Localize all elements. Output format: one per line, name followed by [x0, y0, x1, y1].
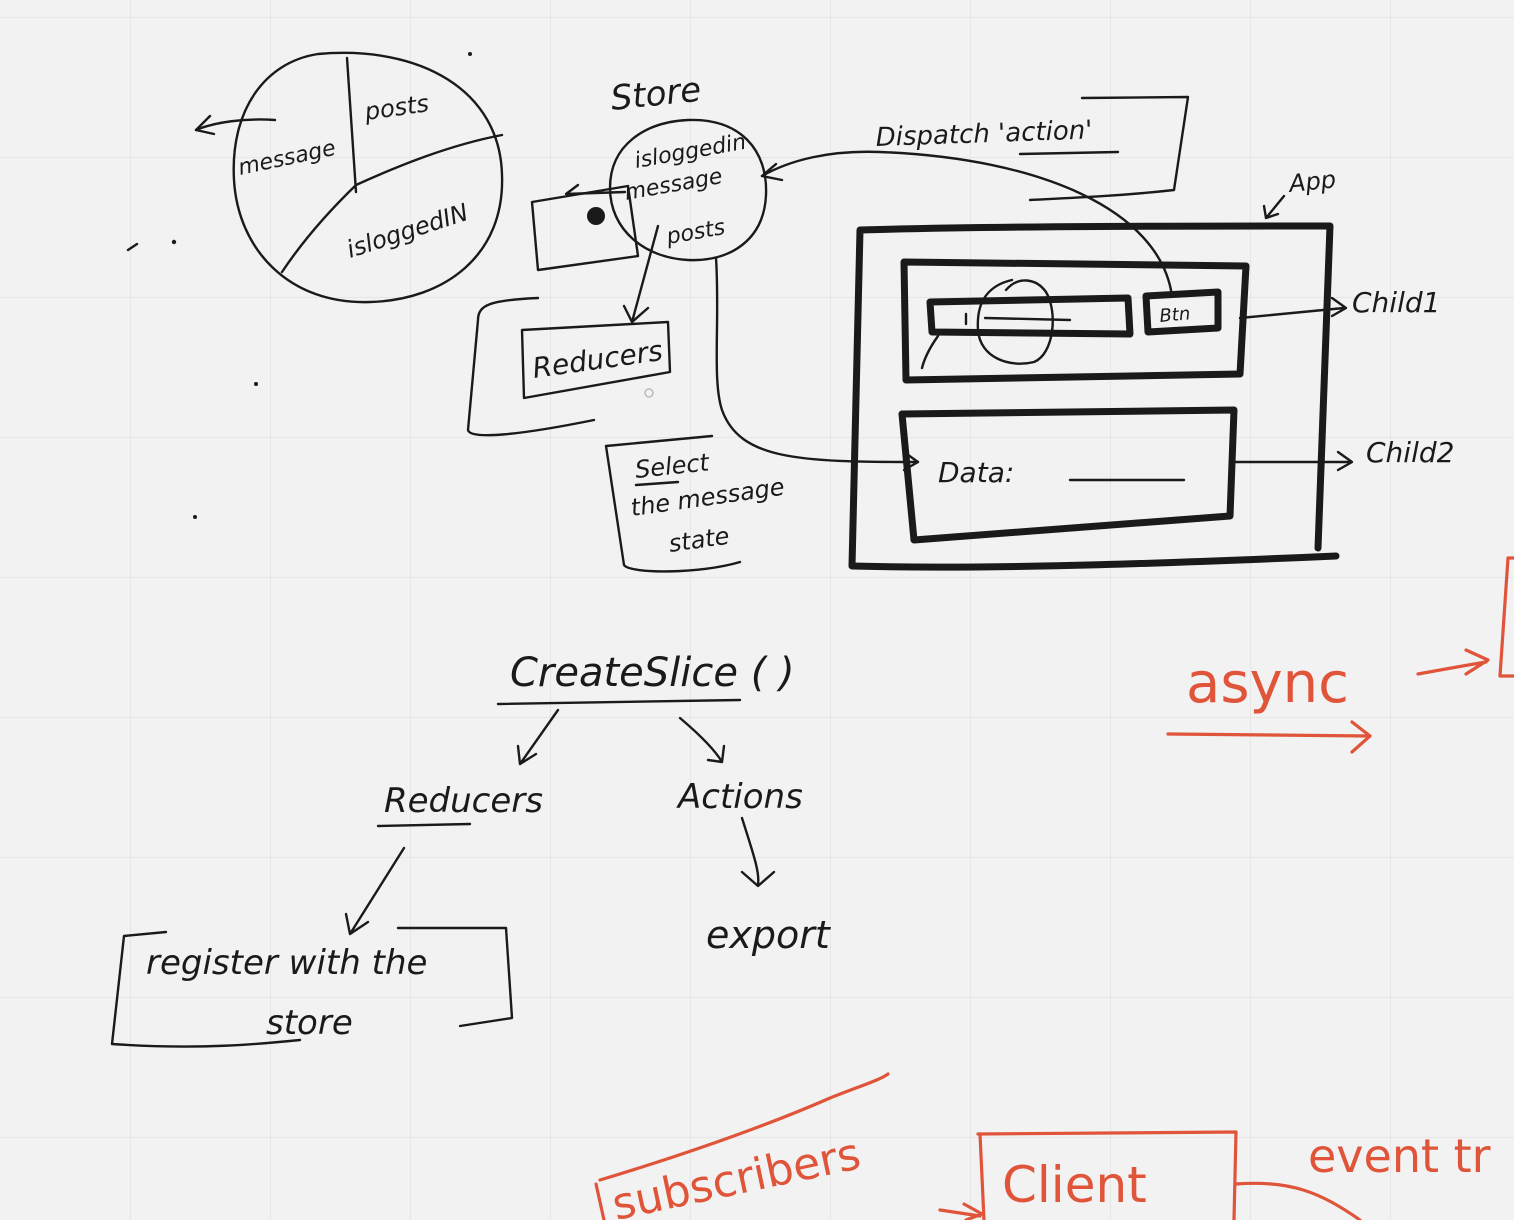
- child2-label: Child2: [1366, 436, 1454, 469]
- dispatch-label: Dispatch 'action': [875, 115, 1093, 153]
- btn-label: Btn: [1159, 303, 1192, 327]
- pie-divider-2: [354, 133, 504, 187]
- tree-reducers-underline: [376, 822, 472, 828]
- createslice-title: CreateSlice ( ): [510, 650, 795, 696]
- pie-divider-1: [345, 56, 358, 194]
- input-field-sketch: [926, 294, 1134, 338]
- dispatch-underline: [1018, 150, 1120, 156]
- to-client-arrow: [938, 1202, 984, 1220]
- child1-tick: [920, 334, 940, 370]
- pubsub-group: subscribers Client event tr: [594, 1072, 1491, 1220]
- tree-actions: Actions: [676, 777, 803, 817]
- client-label: Client: [1002, 1156, 1147, 1214]
- stray-dots: [171, 52, 654, 519]
- store-title: Store: [609, 70, 703, 119]
- app-label: App: [1286, 165, 1338, 198]
- reducers-to-register-arrow: [344, 846, 406, 936]
- store-item-posts: posts: [664, 215, 727, 250]
- register-line-1: register with the: [146, 943, 427, 983]
- pie-circle: [232, 51, 504, 304]
- connector-dot: [587, 207, 605, 225]
- state-pie: posts message isloggedIN: [194, 51, 504, 304]
- store-to-data-curve: [714, 256, 920, 464]
- async-underline-arrow: [1166, 720, 1372, 754]
- stray-tick: [126, 242, 139, 252]
- subscribers-label: subscribers: [608, 1128, 865, 1220]
- reducers-box-group: Reducers: [466, 224, 672, 437]
- pie-slice-posts: posts: [362, 89, 431, 126]
- async-group: async: [1166, 556, 1514, 754]
- app-frame: App Btn Data:: [848, 165, 1340, 571]
- tree-export: export: [706, 913, 832, 957]
- store-group: Store isloggedin message posts: [609, 70, 768, 262]
- store-item-isloggedin: isloggedin: [633, 130, 748, 174]
- pie-divider-3: [280, 183, 358, 274]
- child1-label: Child1: [1352, 286, 1440, 319]
- focus-circle: [976, 278, 1054, 365]
- app-outer-frame: [848, 222, 1340, 571]
- async-box-edge: [1498, 556, 1514, 678]
- input-line: [983, 316, 1072, 322]
- tree-reducers: Reducers: [384, 781, 543, 821]
- child1-box: [900, 258, 1250, 384]
- actions-to-export-arrow: [740, 816, 776, 888]
- app-arrow: [1262, 194, 1286, 220]
- child1-arrow-head: [1330, 296, 1348, 318]
- pie-slice-message: message: [236, 136, 338, 181]
- data-label: Data:: [938, 456, 1014, 489]
- createslice-underline: [496, 698, 742, 706]
- createslice-tree: CreateSlice ( ) Reducers Actions export …: [110, 650, 832, 1048]
- to-reducers-arrow: [516, 708, 560, 766]
- child-labels: Child1 Child2: [1232, 286, 1454, 472]
- to-actions-arrow: [678, 716, 726, 764]
- event-label: event tr: [1308, 1129, 1491, 1183]
- select-line-3: state: [667, 522, 731, 558]
- select-note: Select the message state: [604, 434, 786, 573]
- async-label: async: [1186, 651, 1349, 716]
- event-curve: [1234, 1181, 1362, 1220]
- async-arrow: [1416, 648, 1490, 676]
- whiteboard-canvas[interactable]: posts message isloggedIN Store isloggedi…: [0, 0, 1514, 1220]
- connector-arrow: [564, 183, 627, 196]
- subscribers-left-edge: [594, 1182, 606, 1220]
- dispatch-bracket: [1028, 95, 1190, 202]
- register-line-2: store: [266, 1003, 353, 1043]
- select-line-1: Select: [634, 448, 712, 484]
- pie-arrow-line: [194, 118, 277, 132]
- pie-slice-isloggedin: isloggedIN: [343, 198, 472, 264]
